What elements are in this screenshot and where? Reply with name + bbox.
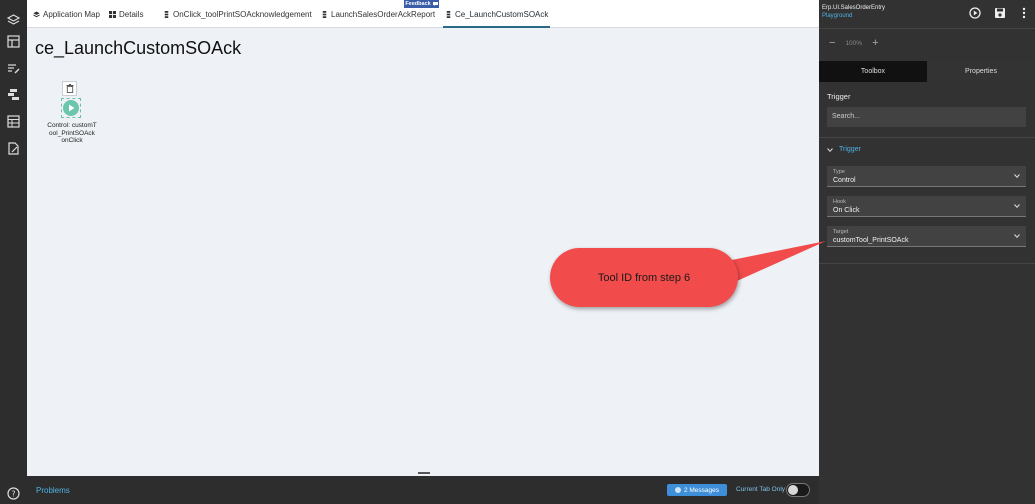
edit-list-icon[interactable]	[7, 62, 20, 75]
type-select[interactable]: Type Control	[827, 166, 1026, 187]
field-label: Target	[833, 229, 849, 235]
play-circle-icon	[969, 7, 981, 19]
feedback-button[interactable]: Feedback	[404, 0, 439, 8]
hook-select[interactable]: Hook On Click	[827, 196, 1026, 217]
panel-splitter-handle[interactable]	[418, 472, 430, 474]
left-rail: ?	[0, 0, 27, 504]
layers-icon[interactable]	[7, 14, 20, 27]
field-label: Hook	[833, 199, 846, 205]
page-title: ce_LaunchCustomSOAck	[35, 38, 242, 58]
tab-label: OnClick_toolPrintSOAcknowledgement	[173, 10, 312, 19]
toggle-knob	[788, 485, 798, 495]
divider	[819, 28, 1035, 29]
chat-icon	[432, 2, 438, 6]
feedback-label: Feedback	[405, 1, 431, 7]
play-icon	[68, 104, 74, 112]
tab-custom-event[interactable]: Ce_LaunchCustomSOAck	[443, 10, 551, 28]
divider	[819, 263, 1035, 264]
target-select[interactable]: Target customTool_PrintSOAck	[827, 226, 1026, 247]
chevron-down-icon	[1014, 234, 1020, 238]
tab-label: Application Map	[43, 10, 100, 19]
app-title: Erp.UI.SalesOrderEntry	[822, 5, 886, 11]
chevron-down-icon	[827, 147, 833, 152]
section-label: Trigger	[839, 146, 861, 153]
divider	[819, 137, 1035, 138]
zoom-out-button[interactable]: −	[829, 37, 835, 49]
document-edit-icon[interactable]	[7, 142, 20, 155]
bottom-bar: Problems 2 Messages Current Tab Only	[27, 476, 819, 504]
messages-badge[interactable]: 2 Messages	[667, 484, 727, 496]
tab-label: Ce_LaunchCustomSOAck	[455, 10, 549, 19]
event-icon	[446, 11, 451, 18]
tab-application-map[interactable]: Application Map	[33, 10, 100, 28]
designer-canvas[interactable]: Application Map Details OnClick_toolPrin…	[27, 0, 819, 476]
run-button[interactable]	[969, 7, 981, 19]
workflow-icon[interactable]	[7, 88, 20, 101]
problems-tab[interactable]: Problems	[36, 486, 70, 495]
event-icon	[164, 11, 169, 18]
field-label: Type	[833, 169, 845, 175]
delete-node-button[interactable]	[62, 81, 77, 96]
tab-properties[interactable]: Properties	[927, 61, 1035, 82]
current-tab-only-toggle[interactable]	[786, 483, 810, 497]
help-icon[interactable]: ?	[7, 487, 20, 500]
svg-text:?: ?	[11, 490, 15, 499]
callout-text: Tool ID from step 6	[597, 271, 691, 284]
chevron-down-icon	[1014, 174, 1020, 178]
tab-label: Details	[119, 10, 144, 19]
trigger-node-circle	[63, 100, 79, 116]
tab-toolbox[interactable]: Toolbox	[819, 61, 927, 82]
panel-tabs: Toolbox Properties	[819, 61, 1035, 82]
event-icon	[322, 11, 327, 18]
trigger-node-label: Control: customTool_PrintSOAck onClick	[47, 122, 97, 144]
layer-name[interactable]: Playground	[822, 13, 852, 19]
layers-icon	[33, 11, 40, 18]
more-vertical-icon	[1022, 7, 1026, 19]
zoom-in-button[interactable]: +	[872, 37, 878, 49]
trigger-section-header[interactable]: Trigger	[827, 146, 861, 153]
chevron-down-icon	[1014, 204, 1020, 208]
field-value: customTool_PrintSOAck	[833, 237, 909, 244]
layout-icon[interactable]	[7, 35, 20, 48]
search-input[interactable]: Search...	[827, 107, 1026, 127]
zoom-control: − 100% +	[829, 37, 879, 49]
grid-icon	[109, 11, 116, 18]
trigger-heading: Trigger	[827, 92, 851, 101]
annotation-callout: Tool ID from step 6	[550, 248, 738, 307]
save-button[interactable]	[994, 7, 1006, 19]
current-tab-only-label: Current Tab Only	[736, 486, 786, 493]
messages-label: 2 Messages	[683, 486, 720, 494]
tab-bar: Application Map Details OnClick_toolPrin…	[27, 0, 819, 28]
trigger-node[interactable]	[61, 98, 81, 118]
tab-label: LaunchSalesOrderAckReport	[331, 10, 436, 19]
trash-icon	[66, 84, 73, 93]
tab-onclick-event[interactable]: OnClick_toolPrintSOAcknowledgement	[163, 10, 312, 28]
save-icon	[995, 8, 1005, 18]
right-panel: Erp.UI.SalesOrderEntry Playground − 100%…	[819, 0, 1035, 504]
tab-launch-report-event[interactable]: LaunchSalesOrderAckReport	[321, 10, 435, 28]
field-value: Control	[833, 177, 856, 184]
info-icon	[674, 487, 681, 493]
field-value: On Click	[833, 207, 860, 214]
table-icon[interactable]	[7, 115, 20, 128]
tab-details[interactable]: Details	[109, 10, 143, 28]
zoom-level: 100%	[845, 39, 863, 47]
more-options-button[interactable]	[1018, 7, 1030, 19]
